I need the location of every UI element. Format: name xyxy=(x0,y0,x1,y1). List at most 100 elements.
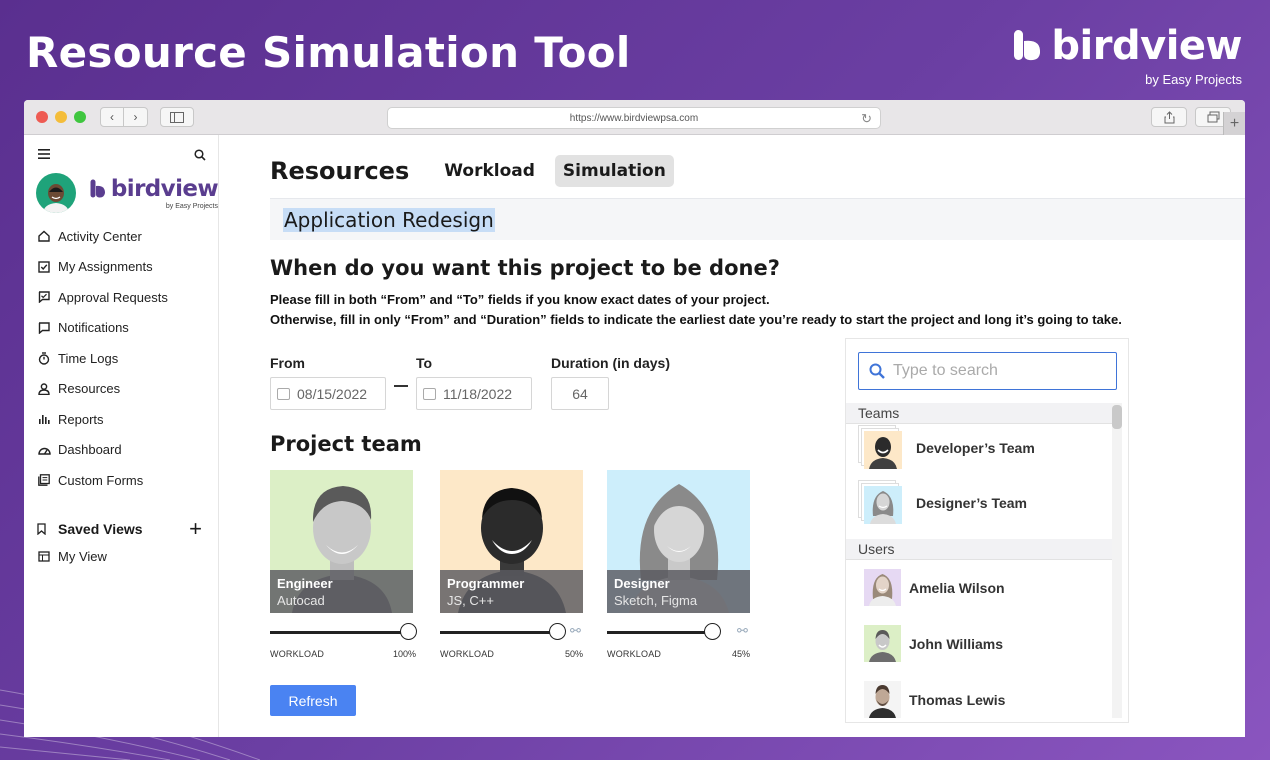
share-icon xyxy=(1164,110,1174,123)
workload-slider-track[interactable] xyxy=(270,631,410,634)
sidebar-item-time-logs[interactable]: Time Logs xyxy=(24,343,218,374)
sidebar-item-label: Dashboard xyxy=(58,442,122,458)
refresh-button[interactable]: Refresh xyxy=(270,685,356,716)
team-role: Designer xyxy=(614,576,670,591)
to-date-input[interactable]: 11/18/2022 xyxy=(416,377,532,410)
calendar-icon xyxy=(423,387,436,400)
saved-view-label: My View xyxy=(58,549,107,565)
sidebar-item-my-assignments[interactable]: My Assignments xyxy=(24,252,218,283)
from-label: From xyxy=(270,355,305,371)
list-item-team[interactable]: Designer’s Team xyxy=(846,480,1027,526)
list-item-user[interactable]: Amelia Wilson xyxy=(846,569,1005,606)
url-bar[interactable]: https://www.birdviewpsa.com ↻ xyxy=(387,107,881,129)
new-tab-button[interactable]: + xyxy=(1223,112,1245,135)
list-item-user[interactable]: John Williams xyxy=(846,625,1003,662)
sidebar-toggle-button[interactable] xyxy=(160,107,194,127)
sidebar-item-resources[interactable]: Resources xyxy=(24,374,218,405)
sidebar-item-dashboard[interactable]: Dashboard xyxy=(24,435,218,466)
person-icon xyxy=(38,383,50,395)
workload-slider-handle[interactable] xyxy=(549,623,566,640)
minimize-window-button[interactable] xyxy=(55,111,67,123)
workload-percent: 50% xyxy=(564,649,583,659)
hamburger-menu-icon[interactable] xyxy=(38,149,50,159)
team-member-card[interactable]: Programmer JS, C++ xyxy=(440,470,583,613)
search-icon[interactable] xyxy=(194,149,206,161)
sidebar-item-reports[interactable]: Reports xyxy=(24,404,218,435)
user-name: Thomas Lewis xyxy=(909,691,1006,708)
date-fields: From 08/15/2022 To 11/18/2022 Duration (… xyxy=(270,355,670,410)
workload-slider-handle[interactable] xyxy=(704,623,721,640)
workload-label: WORKLOAD xyxy=(270,649,325,659)
saved-views-list: My View xyxy=(24,542,218,573)
question-heading: When do you want this project to be done… xyxy=(270,256,780,280)
from-date-value: 08/15/2022 xyxy=(297,385,368,402)
user-avatar-icon xyxy=(869,685,896,718)
duration-input[interactable]: 64 xyxy=(551,377,609,410)
team-name: Designer’s Team xyxy=(916,495,1028,511)
reload-icon[interactable]: ↻ xyxy=(861,111,872,127)
description-line: Please fill in both “From” and “To” fiel… xyxy=(270,292,770,307)
sidebar-item-custom-forms[interactable]: Custom Forms xyxy=(24,465,218,496)
browser-chrome: ‹ › https://www.birdviewpsa.com ↻ + xyxy=(24,100,1245,135)
project-name-bar: Application Redesign xyxy=(270,198,1245,240)
comment-icon xyxy=(38,322,50,334)
workload-label: WORKLOAD xyxy=(607,649,662,659)
workload-label: WORKLOAD xyxy=(440,649,495,659)
workload-percent: 45% xyxy=(731,649,750,659)
tabs-icon xyxy=(1207,111,1219,123)
sidebar-item-label: Activity Center xyxy=(58,228,142,244)
team-avatar-icon xyxy=(869,437,897,469)
sidebar-item-label: Resources xyxy=(58,381,121,397)
project-name[interactable]: Application Redesign xyxy=(283,207,495,232)
team-member-card[interactable]: Designer Sketch, Figma xyxy=(607,470,750,613)
sidebar-item-label: Custom Forms xyxy=(58,472,144,488)
team-role: Engineer xyxy=(277,576,333,591)
banner-title: Resource Simulation Tool xyxy=(26,28,631,77)
panel-scrollbar-thumb[interactable] xyxy=(1112,405,1122,429)
saved-views-label: Saved Views xyxy=(58,520,143,537)
user-avatar-icon xyxy=(869,574,896,606)
tab-simulation[interactable]: Simulation xyxy=(554,155,674,187)
add-saved-view-button[interactable]: + xyxy=(189,516,202,542)
back-button[interactable]: ‹ xyxy=(100,107,124,127)
duration-label: Duration (in days) xyxy=(551,355,671,371)
from-date-input[interactable]: 08/15/2022 xyxy=(270,377,386,410)
teams-section-header: Teams xyxy=(846,403,1112,424)
sidebar-item-approval-requests[interactable]: Approval Requests xyxy=(24,282,218,313)
team-avatar-icon xyxy=(870,491,896,524)
workload-slider-track[interactable] xyxy=(440,631,558,634)
sidebar-menu: Activity Center My Assignments Approval … xyxy=(24,221,218,496)
sidebar-item-activity-center[interactable]: Activity Center xyxy=(24,221,218,252)
forward-button[interactable]: › xyxy=(124,107,148,127)
workload-slider-handle[interactable] xyxy=(400,623,417,640)
user-avatar[interactable] xyxy=(36,173,76,213)
plus-icon: + xyxy=(1229,114,1240,132)
user-avatar-icon xyxy=(42,184,69,213)
share-button[interactable] xyxy=(1151,107,1187,127)
sidebar-logo-sub: by Easy Projects xyxy=(165,203,218,210)
sidebar-item-notifications[interactable]: Notifications xyxy=(24,313,218,344)
bookmark-icon xyxy=(37,522,46,535)
search-input[interactable]: Type to search xyxy=(858,352,1117,390)
list-item-team[interactable]: Developer’s Team xyxy=(846,425,1035,471)
to-label: To xyxy=(416,355,433,371)
unlink-icon[interactable]: ⚯ xyxy=(737,623,748,639)
saved-view-my-view[interactable]: My View xyxy=(24,542,218,573)
team-skills: JS, C++ xyxy=(447,593,494,608)
gauge-icon xyxy=(37,447,51,455)
search-icon xyxy=(869,363,885,379)
unlink-icon[interactable]: ⚯ xyxy=(570,623,581,639)
birdview-mark-icon xyxy=(90,179,105,198)
url-text: https://www.birdviewpsa.com xyxy=(569,112,699,124)
maximize-window-button[interactable] xyxy=(74,111,86,123)
birdview-mark-icon xyxy=(1014,30,1041,61)
panel-scrollbar[interactable] xyxy=(1112,403,1122,718)
sidebar-logo-name: birdview xyxy=(110,176,219,202)
workload-slider-track[interactable] xyxy=(607,631,713,634)
list-item-user[interactable]: Thomas Lewis xyxy=(846,681,1005,718)
team-member-card[interactable]: Engineer Autocad xyxy=(270,470,413,613)
tab-workload[interactable]: Workload xyxy=(436,155,543,187)
team-avatar-stack xyxy=(858,480,904,526)
close-window-button[interactable] xyxy=(36,111,48,123)
users-section-header: Users xyxy=(846,539,1112,560)
